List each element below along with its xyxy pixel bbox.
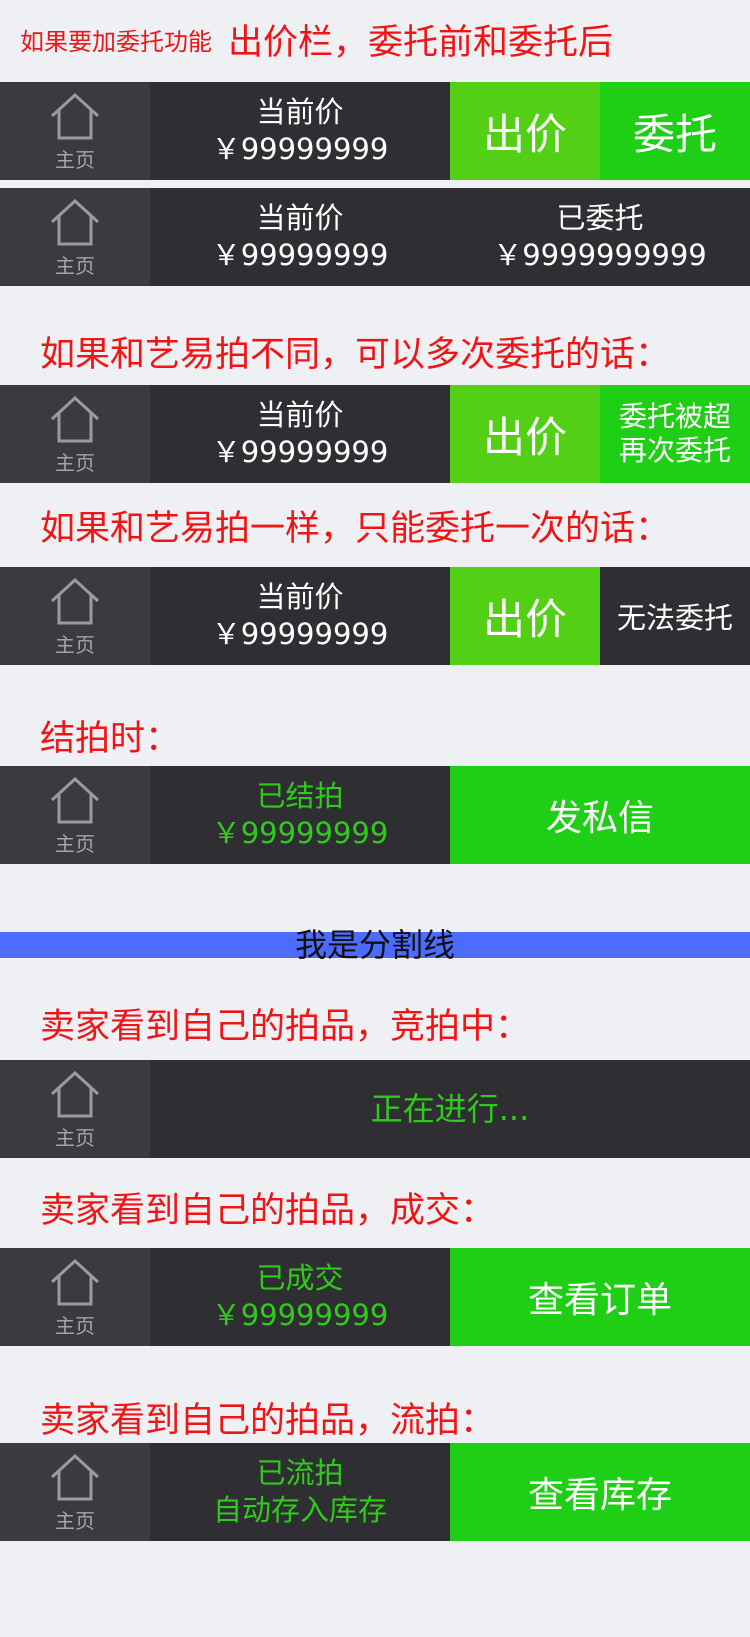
home-icon: [50, 776, 100, 824]
note-ended: 结拍时：: [40, 719, 181, 759]
home-icon: [50, 198, 100, 246]
home-label: 主页: [55, 254, 95, 278]
view-order-button[interactable]: 查看订单: [450, 1248, 750, 1346]
bid-bar-no-entrust: 主页 当前价 ￥99999999 出价 无法委托: [0, 567, 750, 665]
bar-seller-ongoing: 主页 正在进行...: [0, 1060, 750, 1158]
home-button[interactable]: 主页: [0, 766, 150, 864]
home-label: 主页: [55, 1314, 95, 1338]
entrusted-value: ￥9999999999: [493, 238, 707, 272]
note-seller-ongoing: 卖家看到自己的拍品，竞拍中：: [40, 1007, 531, 1047]
home-icon: [50, 1258, 100, 1306]
unsold-status-label: 已流拍: [256, 1456, 344, 1490]
current-price-value: ￥99999999: [211, 617, 389, 651]
bid-button[interactable]: 出价: [450, 567, 600, 665]
note-seller-unsold: 卖家看到自己的拍品，流拍：: [40, 1401, 496, 1441]
bar-seller-unsold: 主页 已流拍 自动存入库存 查看库存: [0, 1443, 750, 1541]
current-price-label: 当前价: [256, 398, 344, 432]
current-price-value: ￥99999999: [211, 238, 389, 272]
home-label: 主页: [55, 1126, 95, 1150]
deal-status-label: 已成交: [256, 1261, 344, 1295]
current-price-value: ￥99999999: [211, 435, 389, 469]
reentrust-line2: 再次委托: [618, 434, 731, 467]
home-button[interactable]: 主页: [0, 567, 150, 665]
home-label: 主页: [55, 451, 95, 475]
bar-seller-deal: 主页 已成交 ￥99999999 查看订单: [0, 1248, 750, 1346]
view-inventory-button[interactable]: 查看库存: [450, 1443, 750, 1541]
bid-button[interactable]: 出价: [450, 385, 600, 483]
header-small-note: 如果要加委托功能: [20, 28, 212, 56]
bid-bar-reentrust: 主页 当前价 ￥99999999 出价 委托被超 再次委托: [0, 385, 750, 483]
ended-price-value: ￥99999999: [211, 816, 389, 850]
entrusted-info: 已委托 ￥9999999999: [450, 188, 750, 286]
ongoing-status: 正在进行...: [370, 1089, 530, 1128]
note-multi-entrust: 如果和艺易拍不同，可以多次委托的话：: [40, 335, 671, 375]
entrust-button[interactable]: 委托: [600, 82, 750, 180]
home-label: 主页: [55, 148, 95, 172]
send-message-button[interactable]: 发私信: [450, 766, 750, 864]
current-price-label: 当前价: [256, 580, 344, 614]
current-price: 当前价 ￥99999999: [150, 385, 450, 483]
reentrust-button[interactable]: 委托被超 再次委托: [600, 385, 750, 483]
home-button[interactable]: 主页: [0, 385, 150, 483]
divider-bar: 我是分割线: [0, 929, 750, 961]
unsold-sub-label: 自动存入库存: [212, 1493, 387, 1527]
bid-bar-before-entrust: 主页 当前价 ￥99999999 出价 委托: [0, 82, 750, 180]
home-label: 主页: [55, 832, 95, 856]
home-label: 主页: [55, 633, 95, 657]
home-button[interactable]: 主页: [0, 1248, 150, 1346]
current-price: 当前价 ￥99999999: [150, 188, 450, 286]
current-price-value: ￥99999999: [211, 132, 389, 166]
unsold-status: 已流拍 自动存入库存: [150, 1443, 450, 1541]
home-button[interactable]: 主页: [0, 1443, 150, 1541]
bar-auction-ended: 主页 已结拍 ￥99999999 发私信: [0, 766, 750, 864]
home-button[interactable]: 主页: [0, 82, 150, 180]
reentrust-line1: 委托被超: [618, 400, 731, 433]
home-button[interactable]: 主页: [0, 188, 150, 286]
current-price-label: 当前价: [256, 95, 344, 129]
deal-price-value: ￥99999999: [211, 1298, 389, 1332]
bid-bar-after-entrust: 主页 当前价 ￥99999999 已委托 ￥9999999999: [0, 188, 750, 286]
deal-status: 已成交 ￥99999999: [150, 1248, 450, 1346]
home-icon: [50, 1070, 100, 1118]
home-icon: [50, 395, 100, 443]
home-button[interactable]: 主页: [0, 1060, 150, 1158]
home-label: 主页: [55, 1509, 95, 1533]
ended-status-label: 已结拍: [256, 779, 344, 813]
header-big-note: 出价栏，委托前和委托后: [228, 23, 614, 63]
entrusted-label: 已委托: [556, 201, 644, 235]
current-price: 当前价 ￥99999999: [150, 82, 450, 180]
current-price: 当前价 ￥99999999: [150, 567, 450, 665]
current-price-label: 当前价: [256, 201, 344, 235]
home-icon: [50, 92, 100, 140]
home-icon: [50, 1453, 100, 1501]
note-seller-deal: 卖家看到自己的拍品，成交：: [40, 1191, 496, 1231]
ended-status: 已结拍 ￥99999999: [150, 766, 450, 864]
home-icon: [50, 577, 100, 625]
note-single-entrust: 如果和艺易拍一样，只能委托一次的话：: [40, 509, 671, 549]
divider-label: 我是分割线: [294, 926, 455, 964]
bid-button[interactable]: 出价: [450, 82, 600, 180]
cannot-entrust-label: 无法委托: [600, 567, 750, 665]
